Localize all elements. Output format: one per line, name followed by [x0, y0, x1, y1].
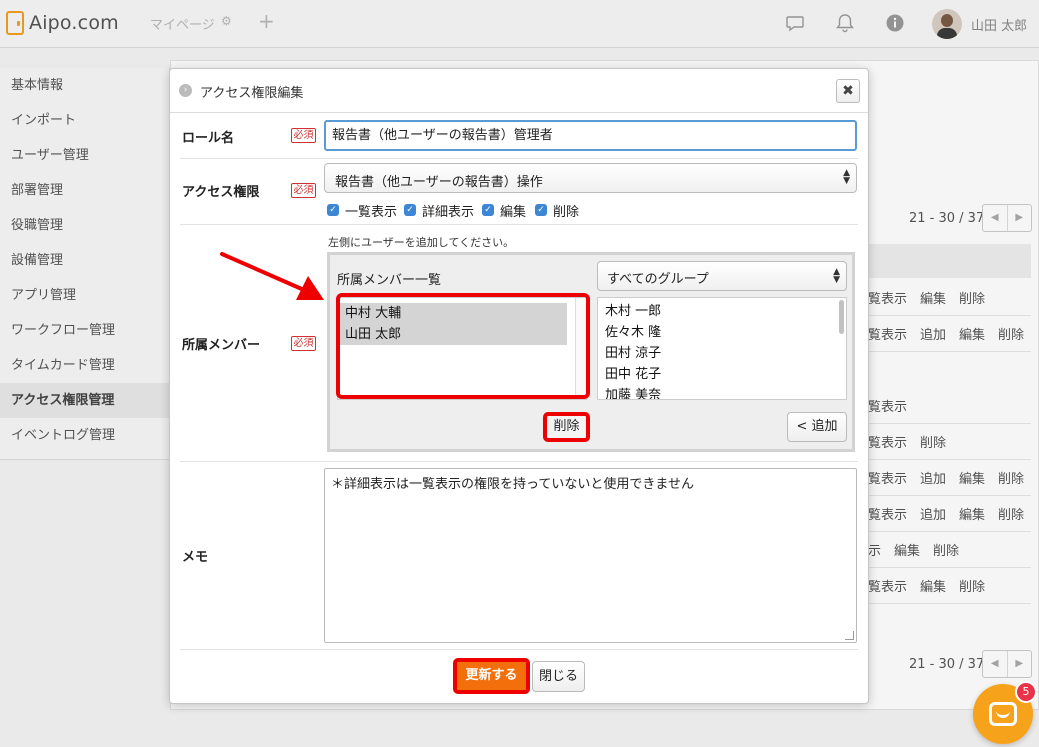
required-badge: 必須	[291, 183, 316, 198]
access-select-value: 報告書（他ユーザーの報告書）操作	[335, 175, 543, 190]
required-badge: 必須	[291, 128, 316, 143]
checkbox-label: 詳細表示	[422, 204, 475, 220]
available-users-list[interactable]: 木村 一郎 佐々木 隆 田村 涼子 田中 花子 加藤 美奈	[597, 297, 847, 400]
checkbox-list-view[interactable]: ✓ 一覧表示	[327, 202, 398, 220]
checkbox-label: 編集	[500, 204, 527, 220]
select-arrows-icon: ▲ ▼	[833, 267, 840, 285]
member-list-label: 所属メンバー一覧	[337, 273, 442, 288]
members-label: 所属メンバー	[182, 338, 261, 353]
add-member-button[interactable]: < 追加	[787, 412, 847, 442]
checkbox-detail-view[interactable]: ✓ 詳細表示	[404, 202, 475, 220]
close-icon[interactable]: ✖	[836, 79, 860, 103]
list-scrollbar[interactable]	[839, 300, 844, 334]
memo-textarea[interactable]: ＊詳細表示は一覧表示の権限を持っていないと使用できません	[324, 468, 857, 643]
notification-badge: 5	[1015, 681, 1037, 703]
annotation-arrow-icon	[220, 252, 324, 300]
checkbox-label: 削除	[553, 204, 580, 220]
members-hint: 左側にユーザーを追加してください。	[328, 236, 515, 249]
highlight-annotation-box	[336, 293, 590, 399]
dialog-title: アクセス権限編集	[200, 86, 304, 101]
checkbox-label: 一覧表示	[345, 204, 398, 220]
role-name-label: ロール名	[182, 131, 235, 146]
memo-text: ＊詳細表示は一覧表示の権限を持っていないと使用できません	[331, 477, 694, 492]
chevron-right-icon: ›	[179, 84, 192, 97]
access-select[interactable]: 報告書（他ユーザーの報告書）操作 ▲ ▼	[324, 163, 857, 193]
access-edit-dialog: › アクセス権限編集 ✖ ロール名 必須 報告書（他ユーザーの報告書）管理者 ア…	[169, 68, 869, 704]
checkbox-edit[interactable]: ✓ 編集	[482, 202, 527, 220]
remove-member-button[interactable]: 削除	[543, 412, 590, 442]
divider	[180, 158, 858, 159]
select-arrows-icon: ▲ ▼	[843, 168, 850, 186]
checkbox-checked-icon[interactable]: ✓	[535, 204, 547, 216]
memo-label: メモ	[182, 550, 209, 565]
divider	[180, 461, 858, 462]
user-option[interactable]: 木村 一郎	[605, 301, 661, 322]
divider	[180, 649, 858, 650]
resize-handle-icon[interactable]	[845, 631, 854, 640]
group-select-value: すべてのグループ	[607, 272, 709, 287]
user-option[interactable]: 田中 花子	[605, 364, 661, 385]
divider	[180, 224, 858, 225]
user-option[interactable]: 佐々木 隆	[605, 322, 661, 343]
user-option[interactable]: 田村 涼子	[605, 343, 661, 364]
checkbox-delete[interactable]: ✓ 削除	[535, 202, 580, 220]
checkbox-checked-icon[interactable]: ✓	[482, 204, 494, 216]
save-button[interactable]: 更新する	[453, 658, 530, 694]
required-badge: 必須	[291, 336, 316, 351]
member-picker: 所属メンバー一覧 すべてのグループ ▲ ▼ 中村 大輔 山田 太郎 木村 一郎 佐…	[327, 252, 855, 452]
checkbox-checked-icon[interactable]: ✓	[327, 204, 339, 216]
group-select[interactable]: すべてのグループ ▲ ▼	[597, 261, 847, 291]
close-button[interactable]: 閉じる	[532, 661, 585, 692]
user-option[interactable]: 加藤 美奈	[605, 385, 661, 399]
role-name-input[interactable]: 報告書（他ユーザーの報告書）管理者	[324, 120, 857, 151]
checkbox-checked-icon[interactable]: ✓	[404, 204, 416, 216]
dialog-header: › アクセス権限編集 ✖	[170, 69, 868, 113]
access-label: アクセス権限	[182, 185, 260, 200]
